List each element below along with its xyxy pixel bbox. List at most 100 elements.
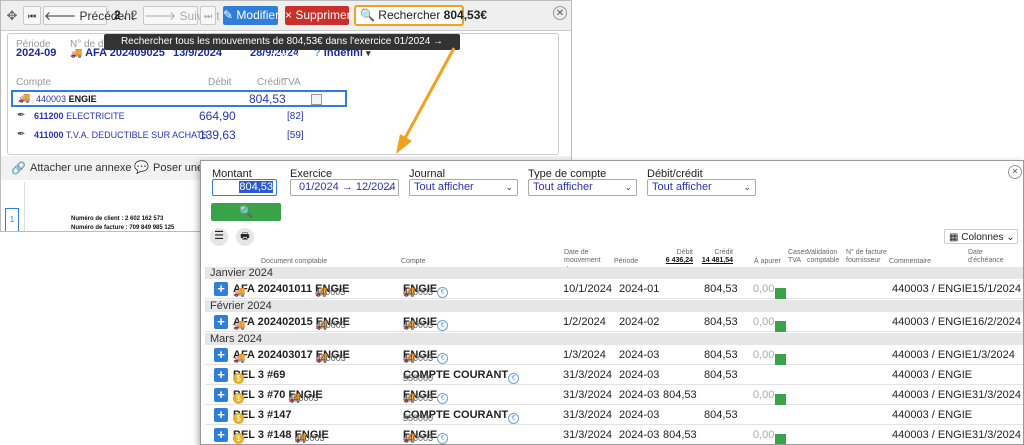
th-debit-text: Débit — [676, 249, 693, 256]
th-cases-tva[interactable]: Cases TVA — [788, 249, 808, 265]
doc-account-code: 440003 — [288, 393, 319, 403]
th-echeance[interactable]: Date d'échéance — [968, 249, 1004, 265]
attach-annex-link[interactable]: Attacher une annexe — [30, 162, 132, 174]
rechercher-amount-button[interactable]: 🔍 Rechercher 804,53€ — [354, 5, 487, 26]
debitcredit-select[interactable]: Tout afficher ⌄ — [647, 179, 756, 196]
cell-commentaire: 440003 / ENGIE — [892, 429, 973, 441]
exercice-select[interactable]: 01/2024 → 12/2024 ⌄ — [290, 179, 399, 196]
doc-page-thumb[interactable]: 1 — [5, 208, 19, 231]
bank-icon: $ — [233, 433, 244, 444]
table-row[interactable]: + $ BEL 3 #70 🚚 440003 ENGIE 🚚 440003 ENGI… — [205, 385, 1023, 405]
supprimer-label: Supprimer — [295, 8, 351, 22]
cell-doc[interactable]: $ BEL 3 #147 — [233, 409, 292, 424]
cell-periode: 2024-03 — [619, 389, 660, 401]
cell-compte[interactable]: 🚚 440003 ENGIE € — [403, 429, 449, 444]
journal-select[interactable]: Tout afficher ⌄ — [409, 179, 518, 196]
cell-debit: 804,53 — [663, 429, 697, 441]
type-select[interactable]: Tout afficher ⌄ — [528, 179, 637, 196]
search-icon: 🔍 — [239, 206, 253, 218]
table-row[interactable]: + 🚚 AFA 202403017 🚚 440003 ENGIE 🚚 440003 … — [205, 345, 1023, 365]
cell-compte[interactable]: 🚚 440003 ENGIE € — [403, 349, 449, 364]
close-icon[interactable]: ✕ — [553, 6, 567, 20]
th-validation[interactable]: Validation comptable — [807, 249, 843, 265]
entry-line-1[interactable]: 🚚 440003 ENGIE 804,53 — [11, 90, 347, 107]
cell-date: 1/2/2024 — [563, 316, 606, 328]
cell-compte[interactable]: 🚚 440003 ENGIE € — [403, 283, 449, 298]
cell-doc[interactable]: 🚚 AFA 202401011 🚚 440003 ENGIE — [233, 283, 349, 298]
cell-doc[interactable]: $ BEL 3 #69 — [233, 369, 285, 384]
print-icon[interactable]: 🖶 — [236, 228, 254, 246]
line-name: T.V.A. DEDUCTIBLE SUR ACHATS — [65, 130, 208, 140]
expand-button[interactable]: + — [214, 388, 228, 402]
montant-input[interactable]: 804,53 — [212, 179, 277, 196]
expand-button[interactable]: + — [214, 368, 228, 382]
line-code: 440003 — [36, 94, 67, 104]
cell-apurer: 0,00 — [753, 283, 775, 295]
page-current: 2 — [114, 8, 121, 22]
compte-code: 440003 — [403, 320, 434, 330]
th-nfacture[interactable]: N° de facture fournisseur — [846, 249, 888, 265]
cell-doc[interactable]: $ BEL 3 #70 🚚 440003 ENGIE — [233, 389, 323, 404]
cell-date: 31/3/2024 — [563, 369, 612, 381]
table-row[interactable]: + $ BEL 3 #69 ✒ 550000 COMPTE COURANT € 31/… — [205, 365, 1023, 385]
line-checkbox[interactable] — [311, 94, 322, 105]
first-icon[interactable]: ⏮ — [23, 6, 41, 25]
cell-doc[interactable]: 🚚 AFA 202402015 🚚 440003 ENGIE — [233, 316, 350, 331]
cell-compte[interactable]: ✒ 550000 COMPTE COURANT € — [403, 369, 520, 384]
move-handle-icon[interactable]: ✥ — [4, 6, 20, 25]
supprimer-button[interactable]: × Supprimer — [285, 6, 351, 25]
chevron-down-icon: ⌄ — [624, 182, 632, 192]
cell-commentaire: 440003 / ENGIE — [892, 283, 973, 295]
cell-doc[interactable]: 🚚 AFA 202403017 🚚 440003 ENGIE — [233, 349, 350, 364]
truck-icon: 🚚 — [233, 287, 246, 298]
th-apurer[interactable]: À apurer — [754, 258, 781, 266]
question-icon: 💬 — [134, 160, 149, 174]
expand-button[interactable]: + — [214, 348, 228, 362]
compte-code: 440003 — [403, 393, 434, 403]
cell-doc[interactable]: $ BEL 3 #148 🚚 440003 ENGIE — [233, 429, 329, 444]
th-compte[interactable]: Compte — [401, 258, 426, 266]
colonnes-dropdown[interactable]: ▦ Colonnes ⌄ — [944, 229, 1018, 244]
expand-button[interactable]: + — [214, 315, 228, 329]
table-row[interactable]: + $ BEL 3 #147 ✒ 550000 COMPTE COURANT € 31… — [205, 405, 1023, 425]
th-credit[interactable]: Crédit 14 481,54 — [699, 249, 733, 265]
next-button[interactable]: 🡒 Suivant — [143, 6, 220, 25]
pager: 2 / 2 — [114, 6, 140, 25]
expand-button[interactable]: + — [214, 282, 228, 296]
cell-compte[interactable]: 🚚 440003 ENGIE € — [403, 316, 449, 331]
table-row[interactable]: + $ BEL 3 #148 🚚 440003 ENGIE 🚚 440003 ENG… — [205, 425, 1023, 444]
expand-button[interactable]: + — [214, 408, 228, 422]
table-row[interactable]: + 🚚 AFA 202401011 🚚 440003 ENGIE 🚚 440003 … — [205, 279, 1023, 299]
page-total: / 2 — [124, 8, 138, 22]
cell-apurer: 0,00 — [753, 316, 775, 328]
th-commentaire[interactable]: Commentaire — [889, 258, 931, 266]
entry-line-3[interactable]: ✒ 411000 T.V.A. DEDUCTIBLE SUR ACHATS 13… — [11, 128, 347, 145]
th-periode[interactable]: Période — [614, 258, 638, 266]
group-header: Février 2024 — [205, 300, 1023, 312]
entry-line-2[interactable]: ✒ 611200 ELECTRICITE 664,90 [82] — [11, 109, 347, 126]
euro-icon: € — [437, 353, 449, 364]
last-icon[interactable]: ⏭ — [200, 6, 216, 25]
cell-echeance: 15/1/2024 — [972, 283, 1021, 295]
expand-button[interactable]: + — [214, 428, 228, 442]
th-debit[interactable]: Débit 6 436,24 — [663, 249, 693, 265]
modifier-button[interactable]: ✎ Modifier — [223, 6, 279, 25]
cell-date: 31/3/2024 — [563, 389, 612, 401]
menu-icon[interactable]: ☰ — [210, 228, 228, 246]
table-row[interactable]: + 🚚 AFA 202402015 🚚 440003 ENGIE 🚚 440003 … — [205, 312, 1023, 332]
compte-code: 550000 — [403, 413, 434, 423]
th-doc[interactable]: Document comptable — [261, 258, 327, 266]
cell-compte[interactable]: 🚚 440003 ENGIE € — [403, 389, 449, 404]
th-credit-text: Crédit — [714, 249, 733, 256]
cell-compte[interactable]: ✒ 550000 COMPTE COURANT € — [403, 409, 520, 424]
delete-icon: × — [285, 8, 293, 22]
col-credit: Crédit — [257, 77, 284, 88]
euro-icon: € — [437, 287, 449, 298]
debit-total: 6 436,24 — [665, 257, 693, 264]
cell-periode: 2024-03 — [619, 429, 660, 441]
close-icon[interactable]: ✕ — [1008, 165, 1022, 179]
journal-value: Tout afficher — [414, 181, 474, 193]
debitcredit-value: Tout afficher — [652, 181, 712, 193]
rechercher-button[interactable]: 🔍Rechercher — [211, 203, 281, 236]
previous-button[interactable]: 🡐 Précédent — [43, 6, 134, 25]
